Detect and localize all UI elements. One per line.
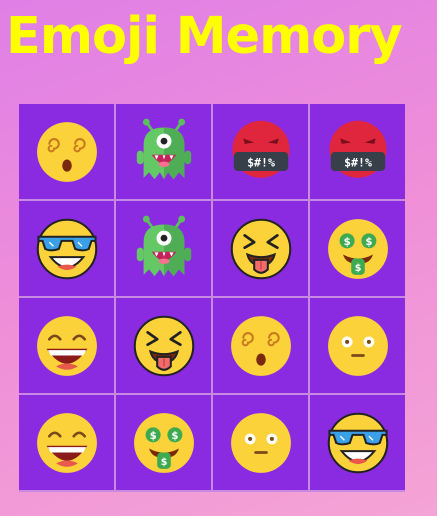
neutral-face-icon — [230, 412, 291, 473]
memory-card[interactable] — [19, 104, 114, 199]
memory-card[interactable] — [310, 298, 405, 393]
memory-card[interactable] — [19, 395, 114, 490]
svg-text:$: $ — [171, 430, 178, 441]
alien-monster-icon — [136, 118, 191, 179]
grinning-face-icon — [36, 315, 97, 376]
svg-text:$: $ — [365, 236, 372, 247]
memory-card[interactable]: $#!% — [310, 104, 405, 199]
dizzy-face-icon — [36, 121, 97, 182]
dizzy-face-icon — [230, 315, 291, 376]
grinning-face-icon — [36, 412, 97, 473]
memory-card[interactable] — [116, 104, 211, 199]
squinting-tongue-face-icon — [230, 218, 291, 279]
memory-card[interactable]: $ $ $ — [310, 201, 405, 296]
money-mouth-face-icon: $ $ $ — [327, 218, 388, 279]
memory-card[interactable] — [19, 201, 114, 296]
svg-text:$: $ — [149, 430, 156, 441]
sunglasses-face-icon — [327, 412, 388, 473]
memory-card[interactable] — [213, 395, 308, 490]
neutral-face-icon — [327, 315, 388, 376]
svg-text:$: $ — [160, 456, 167, 467]
memory-card[interactable]: $#!% — [213, 104, 308, 199]
money-mouth-face-icon: $ $ $ — [133, 412, 194, 473]
alien-monster-icon — [136, 215, 191, 276]
cursing-face-icon: $#!% — [328, 120, 387, 178]
memory-card[interactable] — [213, 298, 308, 393]
memory-card[interactable] — [116, 201, 211, 296]
svg-text:$#!%: $#!% — [344, 155, 372, 169]
memory-card[interactable] — [116, 298, 211, 393]
cursing-face-icon: $#!% — [231, 120, 290, 178]
memory-card[interactable] — [19, 298, 114, 393]
memory-card[interactable]: $ $ $ — [116, 395, 211, 490]
svg-text:$#!%: $#!% — [247, 155, 275, 169]
svg-text:$: $ — [343, 236, 350, 247]
sunglasses-face-icon — [36, 218, 97, 279]
squinting-tongue-face-icon — [133, 315, 194, 376]
game-title: Emoji Memory — [6, 7, 403, 66]
memory-board: $#!% $#!% $ $ $ $ $ $ — [19, 104, 405, 492]
svg-text:$: $ — [354, 262, 361, 273]
memory-card[interactable] — [213, 201, 308, 296]
memory-card[interactable] — [310, 395, 405, 490]
